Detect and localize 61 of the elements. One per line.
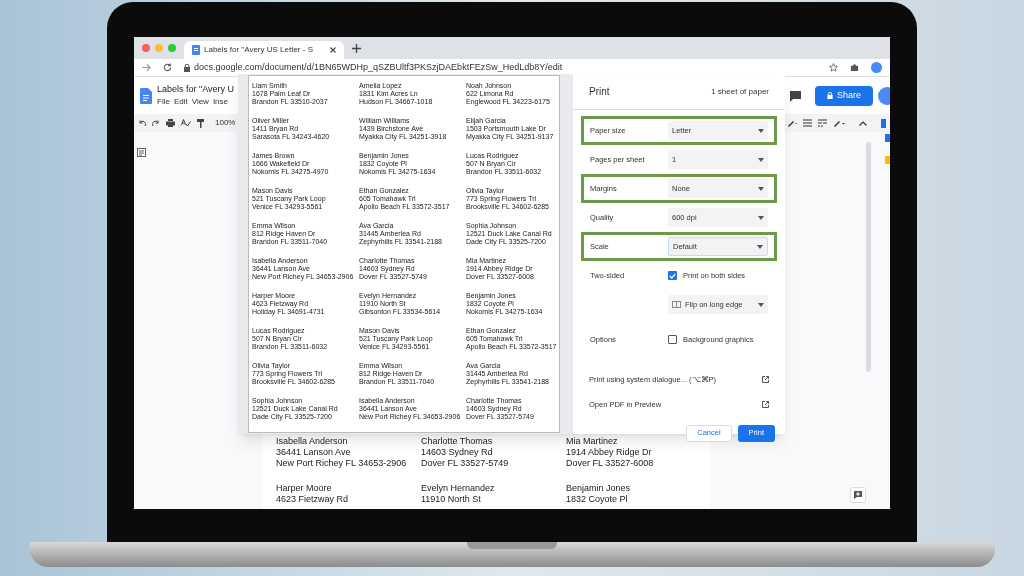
menu-item[interactable]: Edit (173, 96, 188, 109)
address-line: Dover FL 33527-5749 (421, 458, 510, 469)
address-line: 14603 Sydney Rd (421, 447, 494, 458)
paint-format-icon[interactable] (197, 118, 205, 128)
outline-icon[interactable] (137, 148, 146, 157)
address-line: Benjamin Jones (566, 483, 632, 494)
dropdown-caret-icon (758, 215, 764, 220)
address-line: 4623 Fietzway Rd (276, 494, 350, 505)
address-line: Isabella Anderson (276, 436, 349, 447)
address-line: 36441 Lanson Ave (276, 447, 352, 458)
address-line: 1914 Abbey Ridge Dr (566, 447, 653, 458)
forward-arrow-icon[interactable] (142, 63, 151, 72)
print-icon[interactable] (166, 119, 175, 127)
redo-icon[interactable] (152, 119, 160, 127)
spellcheck-icon[interactable] (181, 119, 191, 127)
open-external-icon[interactable] (762, 376, 769, 384)
menu-item[interactable]: View (191, 96, 209, 109)
menu-item[interactable]: Inse (212, 96, 228, 109)
address-line: 1832 Coyote Pl (566, 494, 629, 505)
collapse-caret-icon[interactable] (859, 120, 867, 126)
share-button[interactable]: Share (814, 85, 873, 106)
add-comment-icon[interactable] (850, 487, 866, 503)
dropdown-caret-icon (757, 244, 763, 249)
side-panel-icon[interactable] (881, 118, 886, 128)
checkbox[interactable] (668, 335, 677, 344)
browser-tab[interactable]: Labels for "Avery US Letter - S (184, 41, 344, 59)
tab-title: Labels for "Avery US Letter - S (204, 44, 314, 56)
dropdown-caret-icon (758, 157, 764, 162)
profile-avatar[interactable] (878, 86, 890, 105)
reload-icon[interactable] (163, 63, 172, 72)
star-icon[interactable] (829, 63, 838, 72)
zoom-select[interactable]: 100% (215, 117, 236, 129)
align-icon[interactable] (803, 119, 812, 127)
address-field[interactable]: docs.google.com/document/d/1BN65WDHp_qSZBUltf3PKSzjDAEbktFEzSw_HedLdb8Y/edit (194, 60, 563, 75)
comment-icon[interactable] (788, 89, 802, 102)
lock-icon (184, 63, 190, 72)
new-tab-icon[interactable] (352, 43, 361, 53)
dialog-title: Print (589, 85, 610, 99)
dropdown-caret-icon (758, 302, 764, 307)
open-external-icon[interactable] (762, 401, 769, 409)
lock-icon (826, 92, 833, 99)
docs-logo-icon[interactable] (140, 87, 152, 104)
address-line: Dover FL 33527-6008 (566, 458, 655, 469)
document-icon (192, 45, 200, 55)
close-icon[interactable] (330, 47, 336, 53)
address-line: Harper Moore (276, 483, 333, 494)
pen-icon[interactable] (787, 119, 797, 127)
address-line: Mia Martinez (566, 436, 619, 447)
flip-page-icon (672, 301, 681, 308)
address-line: Evelyn Hernandez (421, 483, 496, 494)
address-line: New Port Richey FL 34653-2906 (276, 458, 408, 469)
address-line: 11910 North St (421, 494, 482, 505)
address-line: Charlotte Thomas (421, 436, 494, 447)
undo-icon[interactable] (138, 119, 146, 127)
profile-avatar[interactable] (871, 62, 882, 73)
dropdown-caret-icon (758, 186, 764, 191)
menu-item[interactable]: File (157, 96, 170, 109)
list-icon[interactable] (818, 119, 827, 127)
sheet-count: 1 sheet of paper (711, 85, 769, 98)
document-title[interactable]: Labels for "Avery U (157, 82, 235, 97)
pencil-icon[interactable] (833, 119, 845, 127)
